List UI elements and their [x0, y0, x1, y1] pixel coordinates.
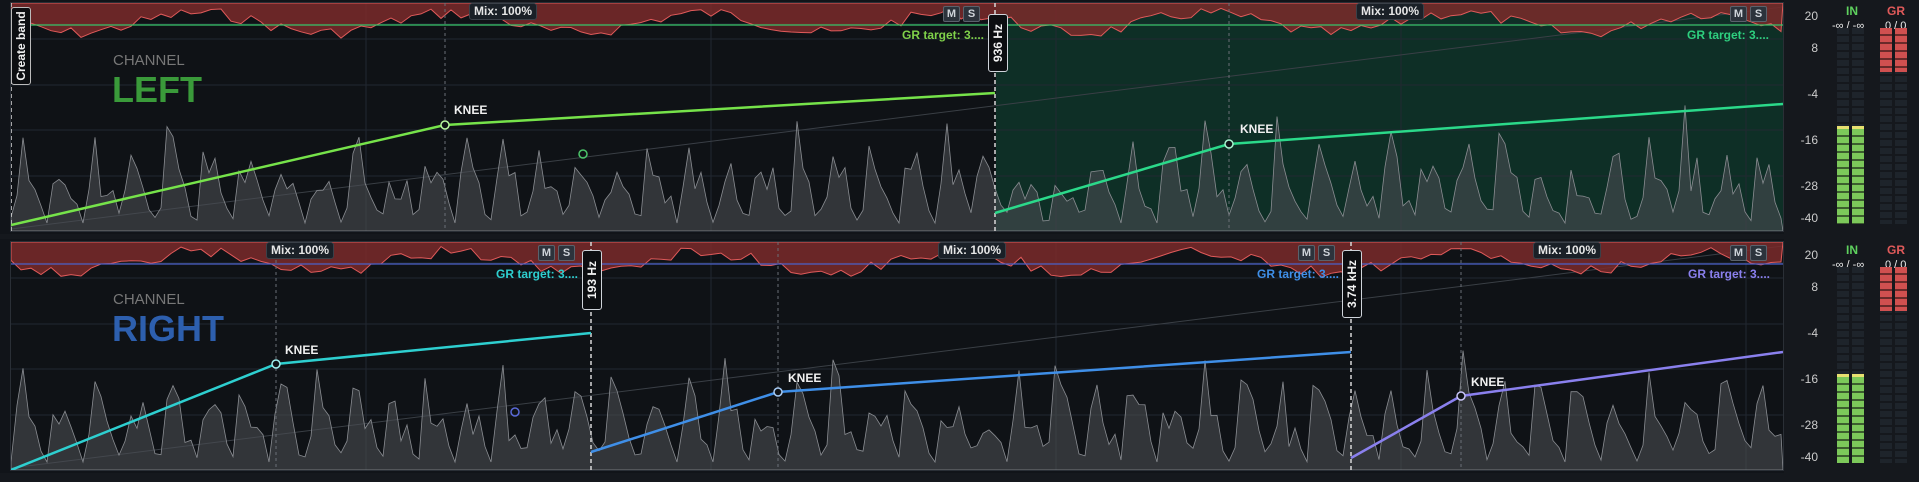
level-scale-and-meters: 20 8 -4 -16 -28 -40 IN GR -∞ / -∞ 0 / 0: [1784, 0, 1919, 234]
knee-label: KNEE: [285, 343, 319, 357]
mix-label-band-2[interactable]: Mix: 100%: [938, 242, 1007, 259]
mix-label-band-3[interactable]: Mix: 100%: [1533, 242, 1602, 259]
mute-button-band-3[interactable]: M: [1730, 245, 1747, 261]
crossover-frequency-handle[interactable]: 3.74 kHz: [1342, 250, 1362, 318]
mute-button-band-2[interactable]: M: [1298, 245, 1315, 261]
scale-tick: 20: [1804, 9, 1818, 23]
mute-button-band-2[interactable]: M: [1730, 6, 1747, 22]
gr-target-band-1: GR target: 3....: [496, 267, 579, 281]
knee-handle[interactable]: [440, 120, 450, 130]
input-meter-label: IN: [1846, 4, 1858, 18]
scale-tick: -40: [1800, 211, 1818, 225]
knee-handle[interactable]: [271, 359, 281, 369]
mix-label-band-1[interactable]: Mix: 100%: [469, 3, 538, 20]
solo-button-band-2[interactable]: S: [1318, 245, 1335, 261]
knee-label: KNEE: [788, 371, 822, 385]
solo-button-band-3[interactable]: S: [1750, 245, 1767, 261]
input-meter-left: [1837, 267, 1849, 463]
channel-name: LEFT: [112, 69, 202, 110]
solo-button-band-1[interactable]: S: [963, 6, 980, 22]
level-scale-and-meters: 20 8 -4 -16 -28 -40 IN GR -∞ / -∞ 0 / 0: [1784, 239, 1919, 473]
scale-tick: 20: [1804, 248, 1818, 262]
mix-label-band-1[interactable]: Mix: 100%: [266, 242, 335, 259]
scale-tick: -16: [1800, 133, 1818, 147]
crossover-frequency-handle[interactable]: 936 Hz: [988, 14, 1008, 72]
channel-caption: CHANNEL: [113, 291, 185, 308]
right-band-graph[interactable]: [10, 241, 1784, 471]
channel-name: RIGHT: [112, 308, 224, 349]
gr-target-band-3: GR target: 3....: [1688, 267, 1771, 281]
scale-tick: -28: [1800, 179, 1818, 193]
input-meter-right: [1852, 267, 1864, 463]
knee-handle[interactable]: [1456, 391, 1466, 401]
gr-meter-label: GR: [1887, 4, 1905, 18]
gr-meter-left: [1880, 267, 1892, 463]
gr-target-band-1: GR target: 3....: [902, 28, 985, 42]
solo-button-band-1[interactable]: S: [558, 245, 575, 261]
threshold-handle[interactable]: [578, 149, 588, 159]
mix-label-band-2[interactable]: Mix: 100%: [1356, 3, 1425, 20]
gr-meter-right: [1895, 267, 1907, 463]
scale-tick: -40: [1800, 450, 1818, 464]
crossover-frequency-label: 193 Hz: [585, 260, 599, 300]
crossover-frequency-label: 936 Hz: [991, 23, 1005, 63]
crossover-frequency-handle[interactable]: 193 Hz: [582, 250, 602, 310]
input-meter-label: IN: [1846, 243, 1858, 257]
create-band-label: Create band: [14, 11, 28, 81]
create-band-button[interactable]: Create band: [11, 7, 31, 85]
knee-label: KNEE: [1471, 375, 1505, 389]
gr-meter-label: GR: [1887, 243, 1905, 257]
scale-tick: -28: [1800, 418, 1818, 432]
scale-tick: 8: [1811, 41, 1818, 55]
scale-tick: 8: [1811, 280, 1818, 294]
gr-meter-left: [1880, 28, 1892, 224]
crossover-frequency-label: 3.74 kHz: [1345, 259, 1359, 309]
scale-tick: -4: [1807, 326, 1818, 340]
channel-caption: CHANNEL: [113, 52, 185, 69]
solo-button-band-2[interactable]: S: [1750, 6, 1767, 22]
knee-label: KNEE: [1240, 122, 1274, 136]
knee-handle[interactable]: [773, 387, 783, 397]
right-graph-svg: [11, 242, 1783, 470]
scale-tick: -4: [1807, 87, 1818, 101]
left-band-graph[interactable]: [10, 2, 1784, 232]
knee-handle[interactable]: [1224, 139, 1234, 149]
input-meter-left: [1837, 28, 1849, 224]
gr-meter-right: [1895, 28, 1907, 224]
left-graph-svg: [11, 3, 1783, 231]
input-meter-right: [1852, 28, 1864, 224]
mute-button-band-1[interactable]: M: [538, 245, 555, 261]
right-channel-panel: CHANNEL RIGHT Mix: 100% Mix: 100% Mix: 1…: [0, 239, 1919, 473]
gr-target-band-2: GR target: 3....: [1687, 28, 1770, 42]
knee-label: KNEE: [454, 103, 488, 117]
left-channel-panel: Create band CHANNEL LEFT Mix: 100% Mix: …: [0, 0, 1919, 234]
mute-button-band-1[interactable]: M: [943, 6, 960, 22]
gr-target-band-2: GR target: 3....: [1257, 267, 1340, 281]
scale-tick: -16: [1800, 372, 1818, 386]
